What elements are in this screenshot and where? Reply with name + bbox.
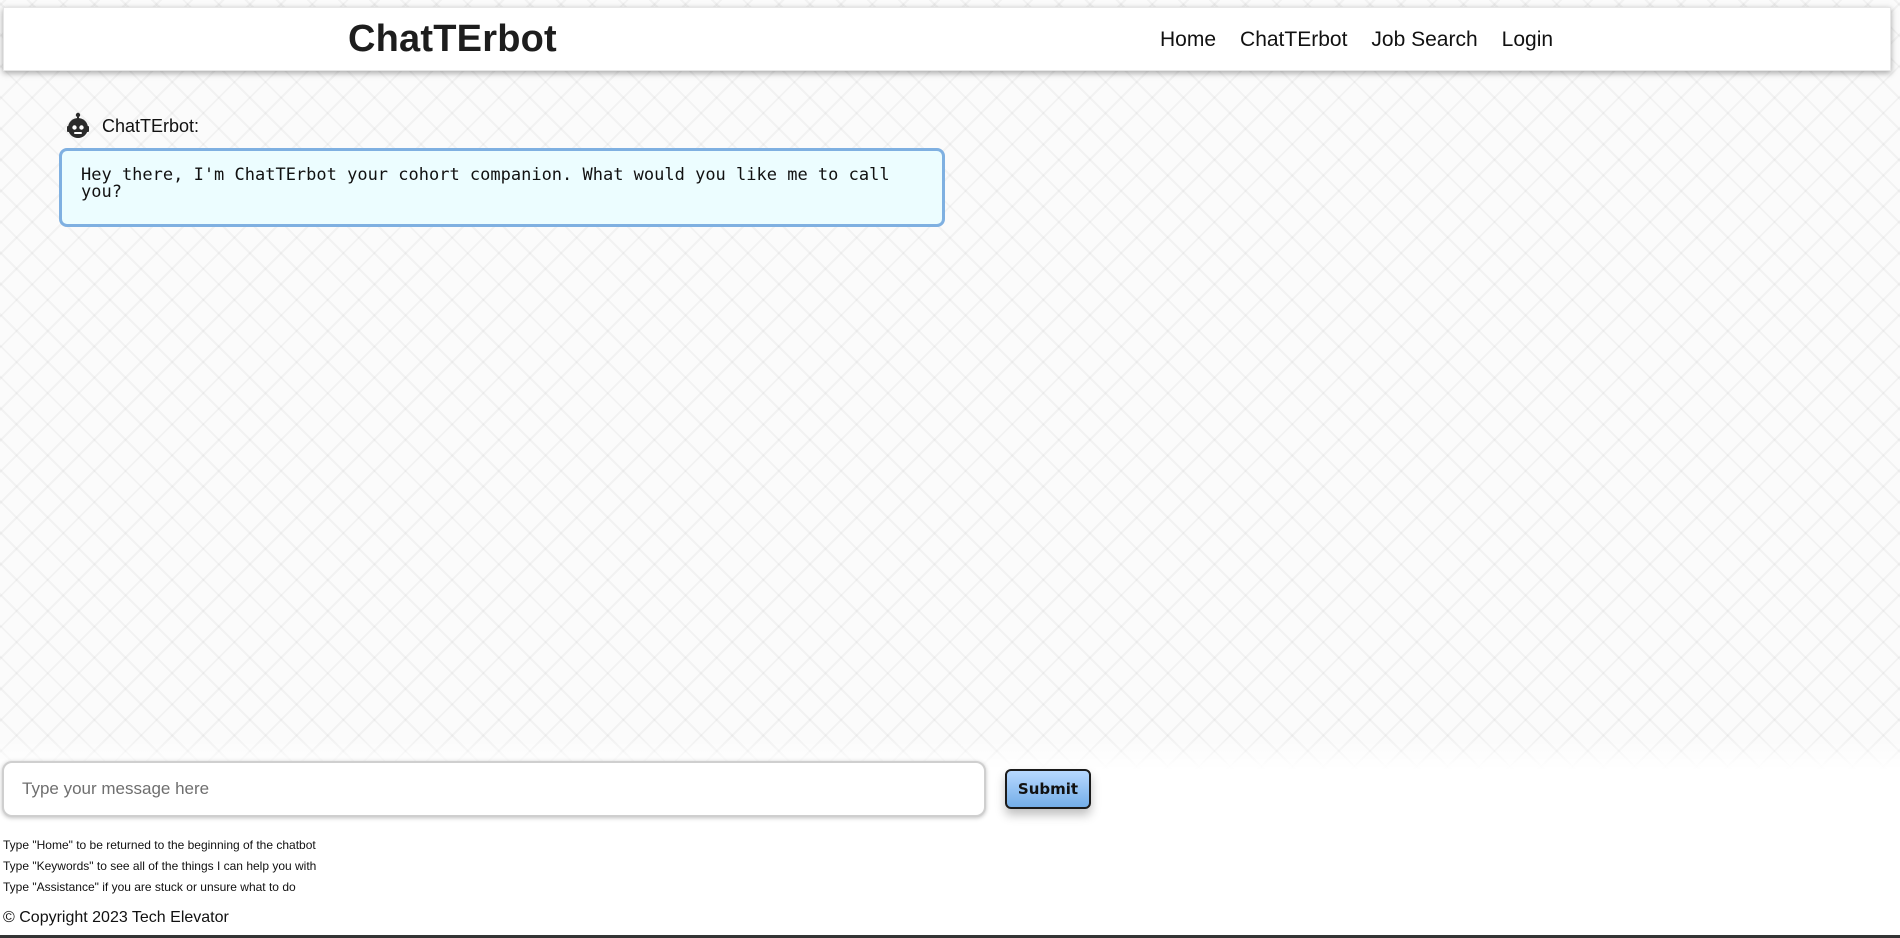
help-line: Type "Assistance" if you are stuck or un… [3, 880, 296, 894]
nav-login-link[interactable]: Login [1502, 28, 1553, 52]
chat-area: ChatTErbot: Hey there, I'm ChatTErbot yo… [0, 72, 1900, 752]
footer-copyright: © Copyright 2023 Tech Elevator [3, 909, 229, 926]
help-text: Type "Home" to be returned to the beginn… [3, 835, 316, 898]
submit-button[interactable]: Submit [1005, 769, 1091, 809]
nav-home-link[interactable]: Home [1160, 28, 1216, 52]
help-line: Type "Keywords" to see all of the things… [3, 859, 317, 873]
message-input[interactable] [2, 761, 986, 817]
chat-message-bubble: Hey there, I'm ChatTErbot your cohort co… [59, 148, 945, 227]
message-compose-row: Submit [2, 761, 1102, 821]
robot-icon [64, 112, 92, 140]
main-nav: Home ChatTErbot Job Search Login [1160, 28, 1553, 52]
bot-name-row: ChatTErbot: [64, 112, 199, 140]
nav-chatterbot-link[interactable]: ChatTErbot [1240, 28, 1347, 52]
brand-title: ChatTErbot [348, 18, 557, 60]
help-line: Type "Home" to be returned to the beginn… [3, 838, 316, 852]
bot-name-label: ChatTErbot: [102, 115, 200, 136]
nav-job-search-link[interactable]: Job Search [1371, 28, 1477, 52]
top-navbar: ChatTErbot Home ChatTErbot Job Search Lo… [3, 7, 1891, 71]
chat-message-text: Hey there, I'm ChatTErbot your cohort co… [81, 165, 890, 202]
